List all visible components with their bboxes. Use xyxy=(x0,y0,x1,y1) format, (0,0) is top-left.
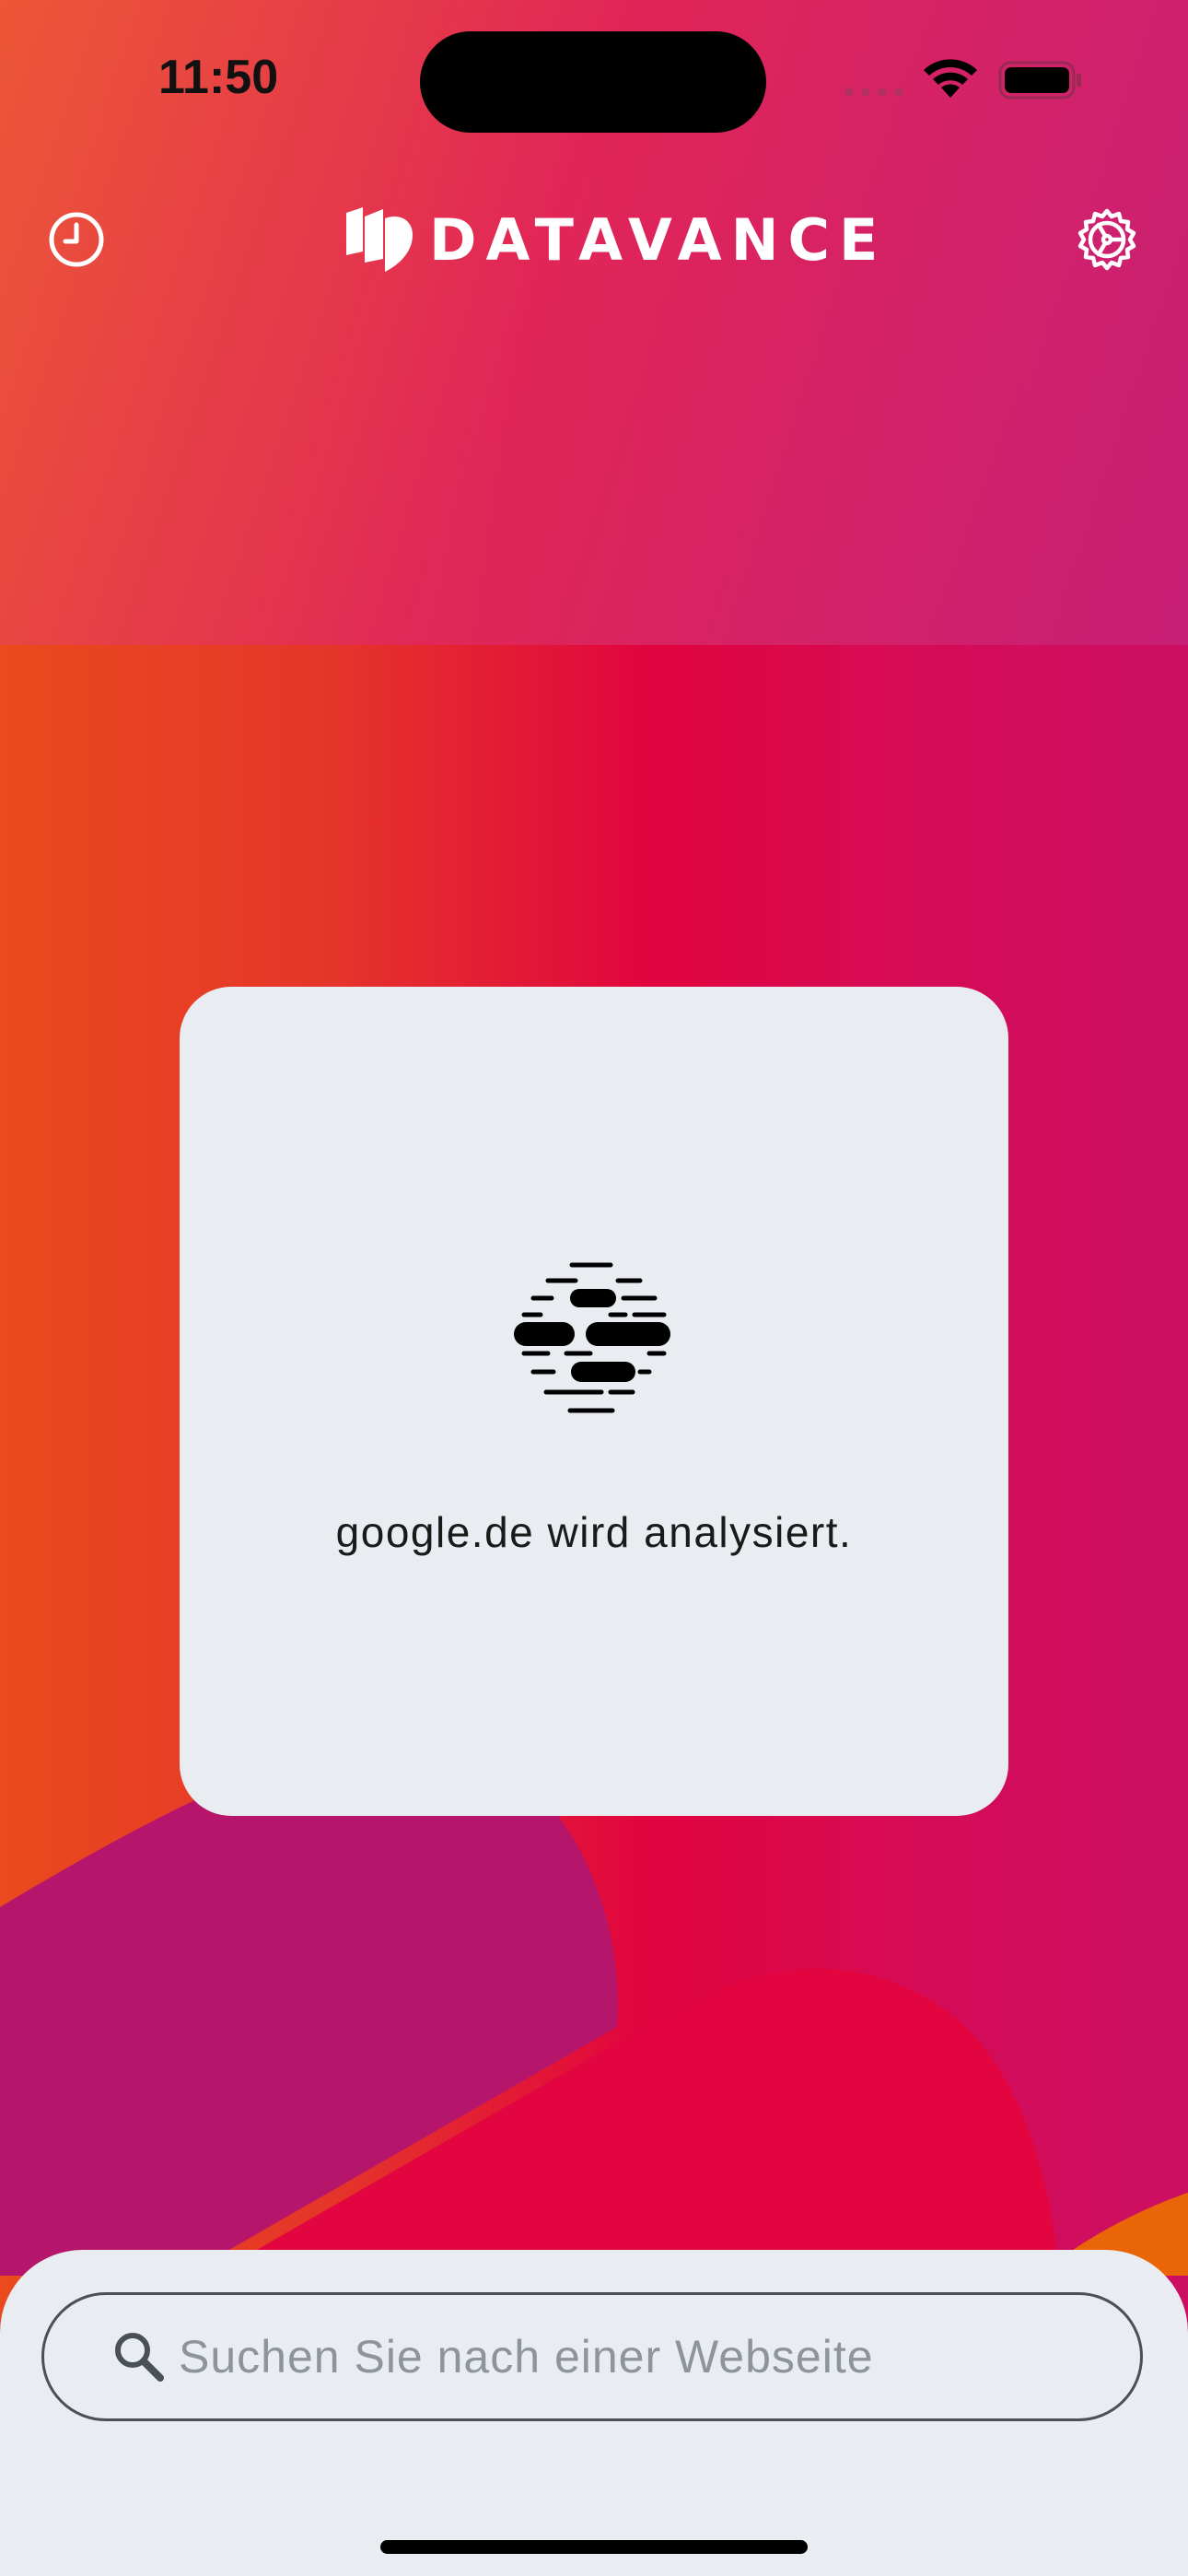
app-header: DATAVANCE xyxy=(0,184,1188,295)
history-button[interactable] xyxy=(40,203,113,276)
app-screen: 11:50 DATAVANCE google.de wird analysier… xyxy=(0,0,1188,2576)
dynamic-island xyxy=(420,31,766,133)
analyzing-loader-icon xyxy=(514,1262,670,1413)
status-icons xyxy=(838,55,1087,101)
settings-button[interactable] xyxy=(1070,203,1144,276)
datavance-logo-icon xyxy=(346,207,413,272)
battery-icon xyxy=(998,61,1081,100)
cellular-icon xyxy=(844,88,903,97)
wifi-icon xyxy=(924,59,977,98)
bottom-sheet xyxy=(0,2250,1188,2576)
search-bar[interactable] xyxy=(41,2292,1143,2421)
search-icon xyxy=(111,2328,168,2385)
home-indicator xyxy=(380,2540,808,2554)
settings-gear-icon xyxy=(1077,208,1136,271)
analysis-status-text: google.de wird analysiert. xyxy=(335,1508,853,1556)
history-clock-icon xyxy=(49,212,104,267)
analysis-card: google.de wird analysiert. xyxy=(180,987,1008,1816)
status-bar: 11:50 xyxy=(0,0,1188,157)
brand-name: DATAVANCE xyxy=(429,205,888,274)
status-time: 11:50 xyxy=(158,51,279,104)
search-input[interactable] xyxy=(177,2329,1101,2384)
brand-logo: DATAVANCE xyxy=(343,203,887,276)
